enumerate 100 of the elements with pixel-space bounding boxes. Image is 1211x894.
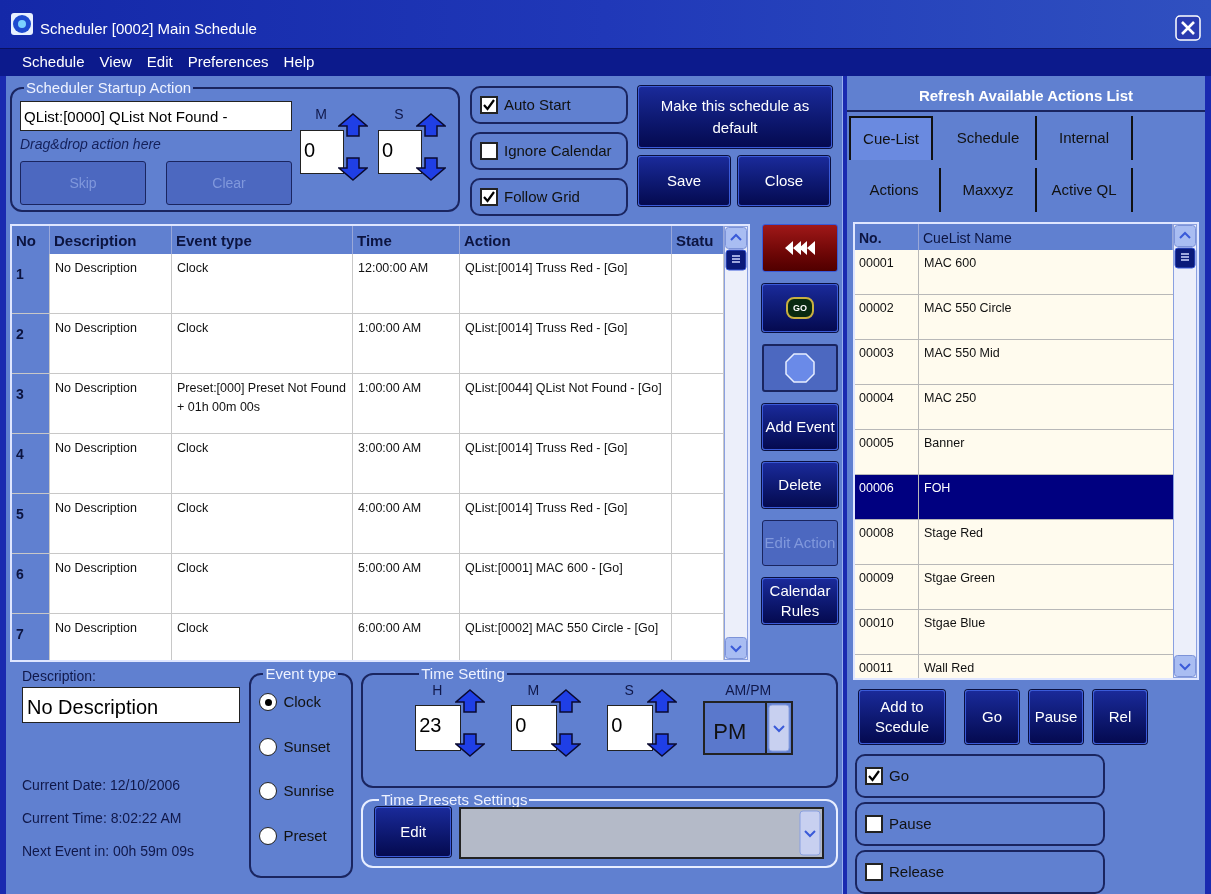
- down-arrow-icon[interactable]: [416, 157, 446, 181]
- scroll-thumb[interactable]: [725, 249, 747, 271]
- list-row[interactable]: 00011 Wall Red: [855, 655, 1173, 678]
- down-arrow-icon[interactable]: [455, 733, 486, 757]
- list-row[interactable]: 00006 FOH: [855, 475, 1173, 520]
- stop-button[interactable]: [762, 344, 838, 392]
- list-row[interactable]: 00003 MAC 550 Mid: [855, 340, 1173, 385]
- up-arrow-icon[interactable]: [551, 689, 582, 713]
- tab[interactable]: Actions: [849, 168, 941, 212]
- scrollbar[interactable]: [724, 226, 748, 660]
- option-label: Release: [889, 861, 945, 882]
- row-name: Wall Red: [923, 660, 976, 677]
- menu-item[interactable]: Preferences: [187, 51, 269, 74]
- checkbox[interactable]: [865, 863, 883, 881]
- scroll-up-icon[interactable]: [725, 227, 747, 249]
- checkbox[interactable]: [480, 142, 498, 160]
- preset-dropdown[interactable]: [459, 807, 824, 859]
- list-row[interactable]: 00002 MAC 550 Circle: [855, 295, 1173, 340]
- list-row[interactable]: 00005 Banner: [855, 430, 1173, 475]
- row-number: 7: [12, 614, 50, 660]
- edit-button[interactable]: Edit: [375, 807, 452, 857]
- down-arrow-icon[interactable]: [551, 733, 582, 757]
- action-button[interactable]: Calendar Rules: [762, 578, 838, 624]
- radio-button[interactable]: [259, 782, 278, 801]
- action-button[interactable]: Pause: [1029, 690, 1083, 744]
- tab[interactable]: Maxxyz: [941, 168, 1037, 212]
- checkbox[interactable]: [480, 96, 498, 114]
- toolbar-button[interactable]: Close: [738, 156, 830, 206]
- group-title: Time Presets Settings: [380, 792, 529, 807]
- group-title: Time Setting: [420, 666, 506, 681]
- table-cell: No Description: [50, 494, 172, 553]
- up-arrow-icon[interactable]: [455, 689, 486, 713]
- number-field[interactable]: 0: [607, 705, 654, 751]
- tab[interactable]: Active QL: [1037, 168, 1133, 212]
- menu-item[interactable]: Help: [283, 51, 315, 74]
- down-arrow-icon[interactable]: [647, 733, 678, 757]
- action-button[interactable]: Go: [965, 690, 1019, 744]
- tab[interactable]: Cue-List: [849, 116, 933, 160]
- scroll-up-icon[interactable]: [1174, 225, 1196, 247]
- scroll-down-icon[interactable]: [1174, 655, 1196, 677]
- list-row[interactable]: 00010 Stgae Blue: [855, 610, 1173, 655]
- ampm-dropdown[interactable]: PM: [703, 701, 794, 755]
- action-button[interactable]: Add Event: [762, 404, 838, 450]
- window-title: Scheduler [0002] Main Schedule: [40, 18, 257, 39]
- list-row[interactable]: 00009 Stgae Green: [855, 565, 1173, 610]
- table-cell: No Description: [50, 254, 172, 313]
- number-field[interactable]: 0: [511, 705, 558, 751]
- table-cell: Clock: [172, 494, 353, 553]
- down-arrow-icon[interactable]: [338, 157, 368, 181]
- checkbox-option[interactable]: Release: [855, 850, 1105, 894]
- checkbox[interactable]: [865, 767, 883, 785]
- list-row[interactable]: 00004 MAC 250: [855, 385, 1173, 430]
- description-field[interactable]: No Description: [22, 687, 240, 723]
- menu-item[interactable]: Edit: [146, 51, 173, 74]
- row-number: 3: [12, 374, 50, 433]
- action-button[interactable]: Rel: [1093, 690, 1147, 744]
- go-button[interactable]: GO: [762, 284, 838, 332]
- action-field[interactable]: QList:[0000] QList Not Found -: [20, 101, 292, 131]
- tab[interactable]: Schedule: [941, 116, 1037, 160]
- scrollbar[interactable]: [1173, 224, 1197, 678]
- row-number: 2: [12, 314, 50, 373]
- checkbox-option[interactable]: Auto Start: [470, 86, 628, 124]
- scroll-thumb[interactable]: [1174, 247, 1196, 269]
- radio-button[interactable]: [259, 826, 278, 845]
- checkbox-option[interactable]: Ignore Calendar: [470, 132, 628, 170]
- menu-item[interactable]: Schedule: [22, 51, 85, 74]
- go-label: GO: [786, 297, 814, 319]
- action-button[interactable]: Delete: [762, 462, 838, 508]
- action-button[interactable]: Add to Scedule: [859, 690, 945, 744]
- radio-button[interactable]: [259, 693, 278, 712]
- menu-item[interactable]: View: [99, 51, 132, 74]
- row-number: 1: [12, 254, 50, 313]
- rewind-button[interactable]: [762, 224, 838, 272]
- table-cell: Preset:[000] Preset Not Found + 01h 00m 00s: [172, 374, 353, 433]
- checkbox-option[interactable]: Go: [855, 754, 1105, 798]
- table-cell: QList:[0014] Truss Red - [Go]: [460, 314, 672, 373]
- scroll-down-icon[interactable]: [725, 637, 747, 659]
- column-header: Time: [353, 226, 460, 254]
- table-cell: QList:[0014] Truss Red - [Go]: [460, 494, 672, 553]
- close-icon[interactable]: [1175, 14, 1201, 41]
- checkbox-option[interactable]: Follow Grid: [470, 178, 628, 216]
- tab[interactable]: Internal: [1037, 116, 1133, 160]
- list-row[interactable]: 00008 Stage Red: [855, 520, 1173, 565]
- checkbox[interactable]: [480, 188, 498, 206]
- toolbar-button[interactable]: Save: [638, 156, 730, 206]
- description-label: Description:: [22, 667, 97, 686]
- status-text: Current Time: 8:02:22 AM: [22, 809, 183, 828]
- up-arrow-icon[interactable]: [416, 113, 446, 137]
- radio-button[interactable]: [259, 737, 278, 756]
- number-field[interactable]: 0: [300, 130, 344, 174]
- number-field[interactable]: 23: [415, 705, 462, 751]
- toolbar-button[interactable]: Make this schedule as default: [638, 86, 832, 148]
- list-row[interactable]: 00001 MAC 600: [855, 250, 1173, 295]
- table-cell: 6:00:00 AM: [353, 614, 460, 660]
- checkbox[interactable]: [865, 815, 883, 833]
- radio-label: Preset: [283, 825, 327, 846]
- up-arrow-icon[interactable]: [338, 113, 368, 137]
- up-arrow-icon[interactable]: [647, 689, 678, 713]
- checkbox-option[interactable]: Pause: [855, 802, 1105, 846]
- number-field[interactable]: 0: [378, 130, 422, 174]
